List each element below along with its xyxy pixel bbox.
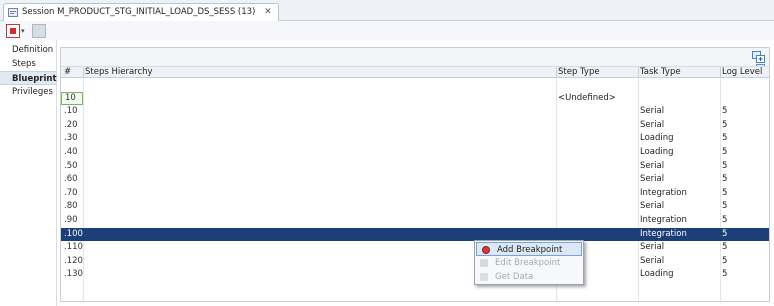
log-level-cell: 5 bbox=[722, 187, 728, 198]
row-number: .80 bbox=[64, 201, 78, 212]
steps-grid: # Steps Hierarchy Step Type Task Type Lo… bbox=[61, 66, 769, 282]
session-icon bbox=[8, 8, 18, 17]
row-number: 10 bbox=[61, 91, 83, 105]
edit-breakpoint-label: Edit Breakpoint bbox=[495, 258, 561, 268]
stop-button[interactable] bbox=[6, 24, 20, 38]
context-menu: Add Breakpoint Edit Breakpoint Get Data bbox=[474, 240, 584, 285]
log-level-cell: 5 bbox=[722, 119, 728, 130]
table-row[interactable]: .100EX_UNIT_ORA_STG_UNIT_STG_PRODUCTS_AG… bbox=[61, 227, 769, 242]
task-type-cell: Serial bbox=[640, 242, 665, 253]
task-type-cell: Integration bbox=[640, 214, 687, 225]
task-type-cell: Integration bbox=[640, 228, 687, 239]
table-row[interactable]: .10−SERIAL - MAP_BEGIN -Serial5 bbox=[61, 105, 769, 119]
table-row[interactable]: .120−SERIAL - MAP_CLEANUP - ORA_SRC_UNIT… bbox=[61, 255, 769, 269]
table-row[interactable]: .70EX_UNIT_ORA_SRC_UNIT_LOOKUP_AP_LOAD -… bbox=[61, 187, 769, 201]
session-tab-title: Session M_PRODUCT_STG_INITIAL_LOAD_DS_SE… bbox=[22, 7, 256, 17]
column-header-num[interactable]: # bbox=[64, 67, 71, 78]
table-row[interactable]: .80−SERIAL - EX_UNIT_BEGIN/MAIN/END - OR… bbox=[61, 200, 769, 214]
toolbar-disabled-button[interactable] bbox=[32, 24, 46, 38]
close-icon[interactable]: ✕ bbox=[264, 4, 272, 21]
log-level-cell: 5 bbox=[722, 242, 728, 253]
toolbar: ▾ bbox=[0, 21, 774, 40]
edit-breakpoint-icon bbox=[480, 259, 488, 267]
task-type-cell: Serial bbox=[640, 255, 665, 266]
tab-bar: Session M_PRODUCT_STG_INITIAL_LOAD_DS_SE… bbox=[0, 0, 774, 21]
grid-header: # Steps Hierarchy Step Type Task Type Lo… bbox=[61, 66, 769, 78]
row-number: .50 bbox=[64, 160, 78, 171]
table-row[interactable]: 10−M_PRODUCT_STG_INITIAL_LOAD_DS_STEP<Un… bbox=[61, 91, 769, 106]
row-number: .90 bbox=[64, 214, 78, 225]
column-header-steps[interactable]: Steps Hierarchy bbox=[85, 67, 153, 78]
task-type-cell: Serial bbox=[640, 174, 665, 185]
grid-body: −M_PRODUCT_STG_INITIAL_LOAD_DS_SESS10−M_… bbox=[61, 78, 769, 282]
log-level-cell: 5 bbox=[722, 106, 728, 117]
get-data-icon bbox=[480, 273, 488, 281]
column-header-step-type[interactable]: Step Type bbox=[558, 67, 600, 78]
task-type-cell: Loading bbox=[640, 269, 674, 280]
expand-all-icon[interactable] bbox=[752, 51, 765, 63]
task-type-cell: Loading bbox=[640, 133, 674, 144]
step-type-cell: <Undefined> bbox=[558, 92, 616, 103]
row-number: .60 bbox=[64, 174, 78, 185]
log-level-cell: 5 bbox=[722, 160, 728, 171]
row-number: .20 bbox=[64, 119, 78, 130]
table-row[interactable]: .60−SERIAL - EX_UNIT_BEGIN/MAIN/END - OR… bbox=[61, 173, 769, 187]
table-row[interactable]: .40Create staging (C$) table (LKM SQL to… bbox=[61, 146, 769, 160]
get-data-menu-item[interactable]: Get Data bbox=[475, 270, 583, 284]
task-type-cell: Loading bbox=[640, 146, 674, 157]
table-row[interactable]: .20−SERIAL - MAP_BEGIN - ORA_SRC_UNITSer… bbox=[61, 119, 769, 133]
add-breakpoint-label: Add Breakpoint bbox=[497, 245, 563, 255]
log-level-cell: 5 bbox=[722, 269, 728, 280]
nav-item-blueprint[interactable]: Blueprint bbox=[0, 71, 57, 85]
log-level-cell: 5 bbox=[722, 214, 728, 225]
row-number: .70 bbox=[64, 187, 78, 198]
chevron-down-icon[interactable]: ▾ bbox=[21, 27, 25, 35]
table-row[interactable]: .90EX_UNIT_ORA_STG_UNIT_STG_PRODUCTS_LOA… bbox=[61, 214, 769, 228]
task-type-cell: Serial bbox=[640, 106, 665, 117]
get-data-label: Get Data bbox=[495, 272, 534, 282]
log-level-cell: 5 bbox=[722, 201, 728, 212]
left-nav: Definition Steps Blueprint Privileges bbox=[0, 40, 57, 306]
row-number: .30 bbox=[64, 133, 78, 144]
panel-toolbar bbox=[61, 48, 769, 66]
log-level-cell: 5 bbox=[722, 255, 728, 266]
task-type-cell: Serial bbox=[640, 201, 665, 212]
row-number: .130 bbox=[64, 269, 83, 280]
table-row[interactable]: .110−SERIAL - MAP_CLEANUP -Serial5 bbox=[61, 241, 769, 255]
log-level-cell: 5 bbox=[722, 146, 728, 157]
breakpoint-icon bbox=[482, 246, 490, 254]
log-level-cell: 5 bbox=[722, 228, 728, 239]
row-number: .10 bbox=[64, 106, 78, 117]
blueprint-panel: # Steps Hierarchy Step Type Task Type Lo… bbox=[60, 47, 770, 303]
table-row[interactable]: .50−SERIAL - EX_UNIT_BEGIN/MAIN/END -Ser… bbox=[61, 160, 769, 174]
task-type-cell: Serial bbox=[640, 119, 665, 130]
nav-item-privileges[interactable]: Privileges bbox=[0, 85, 56, 99]
column-header-log-level[interactable]: Log Level bbox=[722, 67, 762, 78]
edit-breakpoint-menu-item[interactable]: Edit Breakpoint bbox=[475, 256, 583, 270]
table-row[interactable]: .30Drop staging (C$) table (LKM SQL to S… bbox=[61, 132, 769, 146]
log-level-cell: 5 bbox=[722, 133, 728, 144]
row-number: .40 bbox=[64, 146, 78, 157]
table-row[interactable]: −M_PRODUCT_STG_INITIAL_LOAD_DS_SESS bbox=[61, 78, 769, 92]
nav-item-steps[interactable]: Steps bbox=[0, 57, 56, 71]
row-number: .100 bbox=[64, 228, 83, 239]
row-number: .120 bbox=[64, 255, 83, 266]
table-row[interactable]: .130Cleanup staging (C$) table (LKM SQL … bbox=[61, 268, 769, 282]
row-number: .110 bbox=[64, 242, 83, 253]
task-type-cell: Serial bbox=[640, 160, 665, 171]
add-breakpoint-menu-item[interactable]: Add Breakpoint bbox=[476, 242, 582, 256]
nav-item-definition[interactable]: Definition bbox=[0, 43, 56, 57]
log-level-cell: 5 bbox=[722, 174, 728, 185]
session-tab[interactable]: Session M_PRODUCT_STG_INITIAL_LOAD_DS_SE… bbox=[3, 3, 279, 21]
column-header-task-type[interactable]: Task Type bbox=[640, 67, 681, 78]
task-type-cell: Integration bbox=[640, 187, 687, 198]
